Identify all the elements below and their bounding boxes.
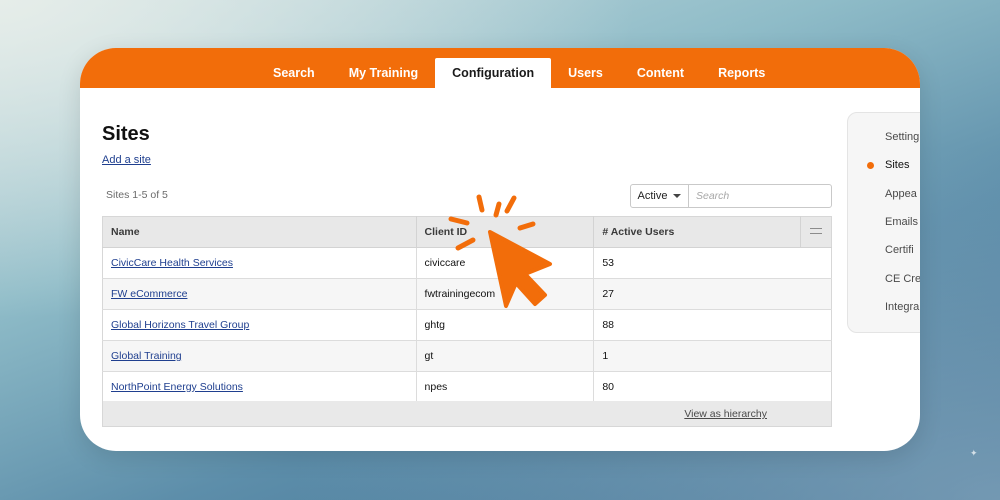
column-header-active-users[interactable]: # Active Users [593,216,802,248]
chevron-down-icon [673,194,682,198]
swap-columns-icon [810,226,822,236]
table-row: Global Training gt 1 [102,340,832,372]
sidebar-item-settings[interactable]: Setting [885,131,919,143]
click-cursor-icon [448,194,552,308]
nav-tab-content[interactable]: Content [620,58,701,88]
active-users-cell: 1 [593,340,832,372]
filter-search-bar: Active [630,184,832,208]
site-name-link[interactable]: Global Horizons Travel Group [111,319,249,331]
nav-tab-search[interactable]: Search [256,58,332,88]
add-site-link[interactable]: Add a site [102,154,151,166]
main-nav: Search My Training Configuration Users C… [256,58,782,88]
nav-tab-my-training[interactable]: My Training [332,58,435,88]
config-sidebar: Setting Sites Appea Emails Certifi CE Cr… [847,112,920,333]
sidebar-item-appearance[interactable]: Appea [885,188,917,200]
table-footer: View as hierarchy [102,401,832,427]
nav-tab-users[interactable]: Users [551,58,620,88]
status-filter-value: Active [637,190,668,202]
site-name-link[interactable]: Global Training [111,350,182,362]
client-id-cell: gt [416,340,595,372]
active-indicator-dot [867,162,874,169]
client-id-cell: npes [416,371,595,403]
view-hierarchy-link[interactable]: View as hierarchy [684,408,767,420]
sidebar-item-integrations[interactable]: Integra [885,301,919,313]
active-users-cell: 88 [593,309,832,341]
site-name-link[interactable]: FW eCommerce [111,288,187,300]
active-users-cell: 80 [593,371,832,403]
sparkle-icon: ✦ [970,448,978,458]
page-title: Sites [102,123,150,145]
sidebar-item-sites[interactable]: Sites [867,159,909,171]
results-count: Sites 1-5 of 5 [106,189,168,201]
active-users-cell: 53 [593,247,832,279]
table-row: Global Horizons Travel Group ghtg 88 [102,309,832,341]
site-name-link[interactable]: NorthPoint Energy Solutions [111,381,243,393]
top-navigation-bar: Search My Training Configuration Users C… [80,48,920,88]
nav-tab-reports[interactable]: Reports [701,58,782,88]
sidebar-item-certificates[interactable]: Certifi [885,244,914,256]
status-filter-dropdown[interactable]: Active [631,185,689,207]
table-row: NorthPoint Energy Solutions npes 80 [102,371,832,403]
sidebar-item-ce-credits[interactable]: CE Cre [885,273,920,285]
nav-tab-configuration[interactable]: Configuration [435,58,552,88]
search-input[interactable] [689,185,831,207]
active-users-cell: 27 [593,278,832,310]
column-header-name[interactable]: Name [102,216,417,248]
sidebar-item-emails[interactable]: Emails [885,216,918,228]
column-toggle-button[interactable] [800,216,832,248]
client-id-cell: ghtg [416,309,595,341]
site-name-link[interactable]: CivicCare Health Services [111,257,233,269]
